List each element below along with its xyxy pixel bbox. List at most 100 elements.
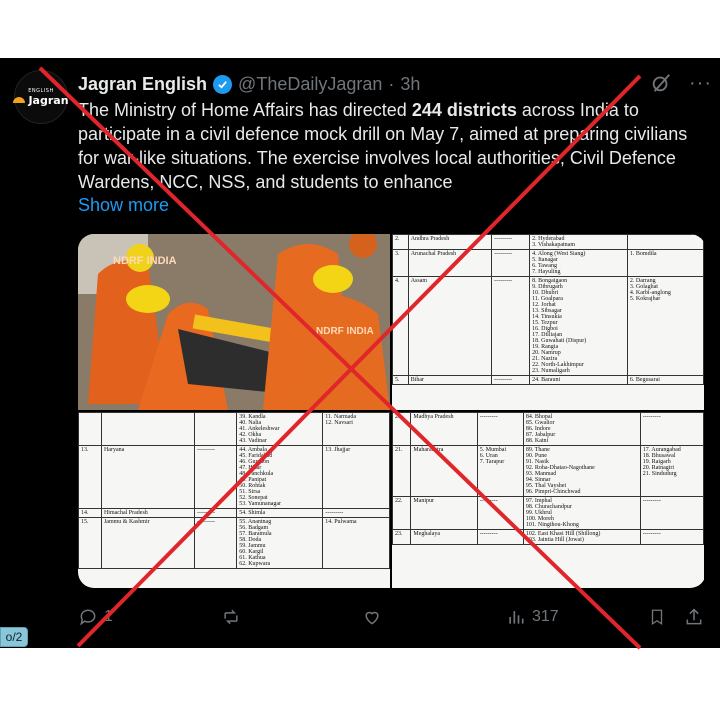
table-cell: 2. Darrang 3. Golaghat 4. Karbi-anglong … — [626, 276, 704, 376]
table-cell: 4. Along (West Siang) 5. Itanagar 6. Taw… — [529, 249, 628, 277]
views-count: 317 — [532, 608, 559, 625]
table-row: 39. Kandla 40. Nalia 41. Ankeleshwar 42.… — [78, 412, 390, 446]
more-options-icon[interactable]: ··· — [689, 72, 712, 95]
table-row: 5. Bihar --------- 24. Barauni 6. Begusarai — [392, 375, 704, 385]
views-button[interactable]: 317 — [506, 607, 559, 627]
table-cell: Andhra Pradesh — [407, 234, 493, 250]
district-list-page-3[interactable]: 20. Madhya Pradesh --------- 84. Bhopal 85.… — [392, 412, 704, 588]
table-cell: --------- — [194, 508, 238, 518]
table-cell: --------- — [639, 529, 704, 545]
table-cell: 84. Bhopal 85. Gwalior 86. Indore 87. Ja… — [522, 412, 641, 446]
table-cell: 22. — [392, 496, 412, 530]
media-grid[interactable]: NDRF INDIA NDRF INDIA 2. Andhra Pradesh --… — [78, 234, 706, 588]
table-row: 4. Assam --------- 8. Bongaigaon 9. Dibruga… — [392, 276, 704, 376]
table-cell: Bihar — [407, 375, 493, 385]
uniform-label-2: NDRF INDIA — [316, 326, 374, 337]
table-cell: 2. Hyderabad 3. Vishakapatnam — [529, 234, 628, 250]
district-table-1: 2. Andhra Pradesh --------- 2. Hyderabad 3.… — [392, 234, 704, 385]
table-cell: 20. — [392, 412, 412, 446]
uniform-label-1: NDRF INDIA — [113, 255, 177, 267]
table-row: 23. Meghalaya --------- 102. East Khasi Hil… — [392, 529, 704, 545]
bookmark-icon — [651, 609, 663, 626]
show-more-link[interactable]: Show more — [78, 195, 169, 216]
like-button[interactable] — [362, 607, 388, 627]
table-row: 2. Andhra Pradesh --------- 2. Hyderabad 3.… — [392, 234, 704, 250]
table-cell: --------- — [491, 276, 531, 376]
table-cell: --------- — [194, 445, 238, 509]
table-row: 13. Haryana --------- 44. Ambala 45. Farida… — [78, 445, 390, 509]
reply-button[interactable]: 1 — [78, 607, 113, 627]
table-cell: 97. Imphal 98. Churachandpur 99. Ukhrul … — [522, 496, 641, 530]
table-cell: 21. — [392, 445, 412, 497]
table-cell: --------- — [322, 508, 390, 518]
table-cell: 6. Begusarai — [626, 375, 704, 385]
table-row: 20. Madhya Pradesh --------- 84. Bhopal 85.… — [392, 412, 704, 446]
table-cell: --------- — [491, 249, 531, 277]
table-cell: --------- — [476, 412, 524, 446]
table-cell: 5. — [392, 375, 409, 385]
table-cell: 39. Kandla 40. Nalia 41. Ankeleshwar 42.… — [236, 412, 324, 446]
action-bar: 1 317 — [78, 602, 708, 632]
rescue-drill-photo[interactable]: NDRF INDIA NDRF INDIA — [78, 234, 390, 410]
table-cell: 102. East Khasi Hill (Shillong) 103. Jai… — [522, 529, 641, 545]
table-cell: 13. — [78, 445, 102, 509]
table-cell: --------- — [491, 375, 531, 385]
verified-badge-icon — [213, 74, 233, 94]
table-cell: 14. — [78, 508, 102, 518]
table-cell: 2. — [392, 234, 409, 250]
bookmark-button[interactable] — [648, 607, 666, 627]
heart-icon — [365, 611, 379, 625]
table-cell: Assam — [407, 276, 493, 376]
table-row: 21. Maharashtra 5. Mumbai 6. Uran 7. Tarap… — [392, 445, 704, 497]
table-cell: Himachal Pradesh — [100, 508, 196, 518]
table-cell: Haryana — [100, 445, 196, 509]
reply-count: 1 — [104, 608, 113, 625]
grok-icon[interactable] — [650, 72, 672, 94]
table-cell: --------- — [639, 496, 704, 530]
timestamp[interactable]: 3h — [400, 74, 420, 95]
district-list-page-1[interactable]: 2. Andhra Pradesh --------- 2. Hyderabad 3.… — [392, 234, 704, 410]
tweet-header: Jagran English @TheDailyJagran · 3h — [78, 72, 420, 96]
tweet-text-bold: 244 districts — [411, 100, 517, 120]
table-cell: 8. Bongaigaon 9. Dibrugarh 10. Dhubri 11… — [529, 276, 628, 376]
table-cell: 3. — [392, 249, 409, 277]
table-cell: 5. Mumbai 6. Uran 7. Tarapur — [476, 445, 524, 497]
table-cell: --------- — [491, 234, 531, 250]
table-cell: Arunachal Pradesh — [407, 249, 493, 277]
table-row: 14. Himachal Pradesh --------- 54. Shimla --… — [78, 508, 390, 518]
views-chart-icon — [509, 611, 524, 624]
table-cell — [194, 412, 238, 446]
author-avatar[interactable]: ENGLISH Jagran — [13, 70, 69, 124]
table-cell: 54. Shimla — [236, 508, 324, 518]
table-cell: 15. — [78, 517, 102, 569]
table-cell: Manipur — [410, 496, 478, 530]
author-handle[interactable]: @TheDailyJagran — [238, 74, 382, 95]
district-table-3: 20. Madhya Pradesh --------- 84. Bhopal 85.… — [392, 412, 704, 545]
author-name[interactable]: Jagran English — [78, 74, 207, 95]
tweet-card: ENGLISH Jagran Jagran English @TheDailyJ… — [0, 58, 720, 648]
district-list-page-2[interactable]: 39. Kandla 40. Nalia 41. Ankeleshwar 42.… — [78, 412, 390, 588]
avatar-brand: Jagran — [13, 94, 69, 107]
reply-icon — [80, 609, 96, 626]
share-icon — [686, 608, 702, 625]
table-cell: 55. Anantnag 56. Badgam 57. Baramula 58.… — [236, 517, 324, 569]
sun-logo-icon — [13, 97, 26, 103]
table-cell: --------- — [476, 496, 524, 530]
table-cell: --------- — [639, 412, 704, 446]
share-button[interactable] — [684, 607, 704, 627]
table-cell — [100, 412, 196, 446]
table-cell: Jammu & Kashmir — [100, 517, 196, 569]
separator-dot: · — [388, 73, 395, 94]
tweet-text-part-1: The Ministry of Home Affairs has directe… — [78, 100, 412, 120]
table-cell: 24. Barauni — [529, 375, 628, 385]
table-cell: 23. — [392, 529, 412, 545]
table-cell: 13. Jhajjar — [322, 445, 390, 509]
table-cell: 89. Thane 90. Pune 91. Nasik 92. Roha-Dh… — [522, 445, 641, 497]
tweet-text: The Ministry of Home Affairs has directe… — [78, 98, 708, 194]
table-cell: --------- — [194, 517, 238, 569]
table-cell: 44. Ambala 45. Faridabad 46. Gurgaon 47.… — [236, 445, 324, 509]
table-cell: 1. Bomdila — [626, 249, 704, 277]
table-cell: 17. Aurangabad 18. Bhusawal 19. Raigarh … — [639, 445, 704, 497]
retweet-button[interactable] — [220, 607, 248, 627]
table-cell — [78, 412, 102, 446]
